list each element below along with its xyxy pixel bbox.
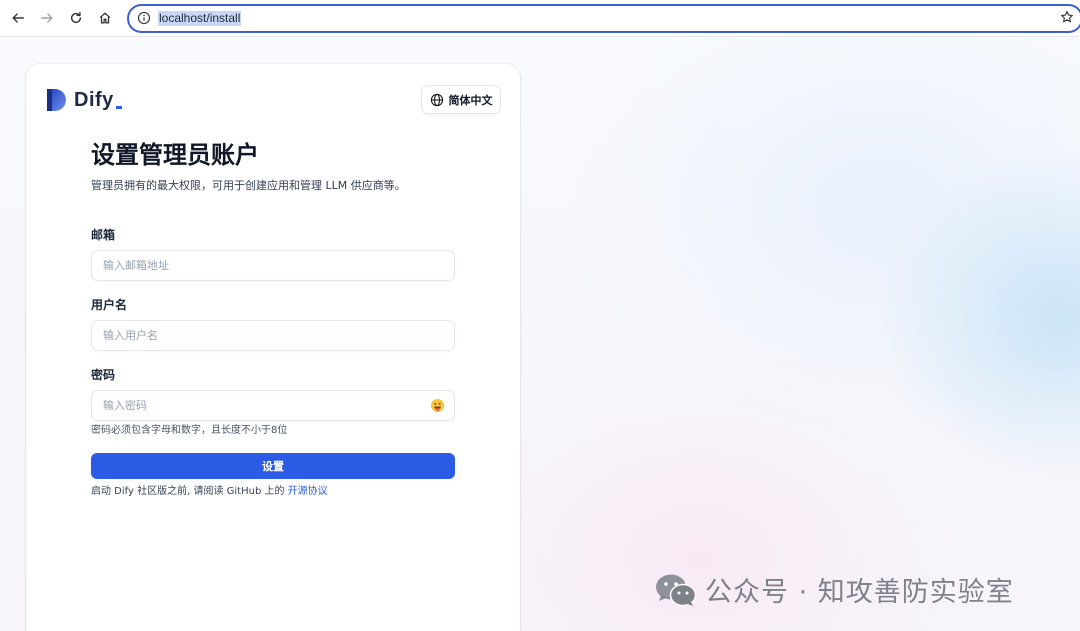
home-button[interactable]	[95, 8, 115, 28]
license-notice: 启动 Dify 社区版之前, 请阅读 GitHub 上的 开源协议	[91, 485, 328, 499]
globe-icon	[430, 93, 443, 106]
forward-button[interactable]	[37, 8, 57, 28]
open-source-license-link[interactable]: 开源协议	[288, 486, 328, 497]
home-icon	[99, 12, 111, 24]
email-label: 邮箱	[91, 228, 116, 242]
password-input[interactable]	[92, 391, 454, 420]
dify-logo: Dify	[46, 88, 122, 112]
reload-icon	[70, 11, 82, 24]
logo-underscore	[115, 105, 122, 109]
email-field-wrapper	[91, 250, 455, 281]
bookmark-star-icon[interactable]	[1060, 10, 1074, 24]
watermark-text: 公众号 · 知攻善防实验室	[705, 577, 1014, 608]
brand-name: Dify	[74, 88, 114, 111]
dify-logo-mark-icon	[47, 89, 66, 111]
reload-button[interactable]	[66, 8, 86, 28]
password-label: 密码	[91, 368, 116, 382]
forward-arrow-icon	[41, 13, 53, 23]
back-button[interactable]	[8, 8, 28, 28]
info-icon[interactable]	[137, 11, 151, 25]
back-arrow-icon	[12, 13, 24, 23]
password-hint: 密码必须包含字母和数字，且长度不小于8位	[91, 425, 288, 436]
show-password-toggle-icon[interactable]	[430, 398, 445, 413]
page-subtitle: 管理员拥有的最大权限，可用于创建应用和管理 LLM 供应商等。	[91, 179, 406, 192]
wechat-icon	[656, 574, 697, 606]
setup-submit-button[interactable]: 设置	[91, 453, 455, 479]
license-notice-text: 启动 Dify 社区版之前, 请阅读 GitHub 上的	[91, 486, 285, 497]
username-input[interactable]	[92, 321, 454, 350]
browser-toolbar: localhost/install	[0, 0, 1080, 37]
wechat-watermark: 公众号 · 知攻善防实验室	[655, 570, 1014, 609]
setup-card: Dify 简体中文 设置管理员账户 管理员拥有的最大权限，可用于创建应用和管理 …	[26, 64, 520, 631]
page-title: 设置管理员账户	[91, 141, 259, 169]
url-text[interactable]: localhost/install	[158, 11, 242, 26]
language-label: 简体中文	[448, 93, 493, 107]
language-select-button[interactable]: 简体中文	[421, 85, 501, 114]
username-label: 用户名	[91, 298, 128, 312]
username-field-wrapper	[91, 320, 455, 351]
email-input[interactable]	[92, 251, 454, 280]
password-field-wrapper	[91, 390, 455, 421]
address-bar[interactable]: localhost/install	[127, 4, 1080, 33]
